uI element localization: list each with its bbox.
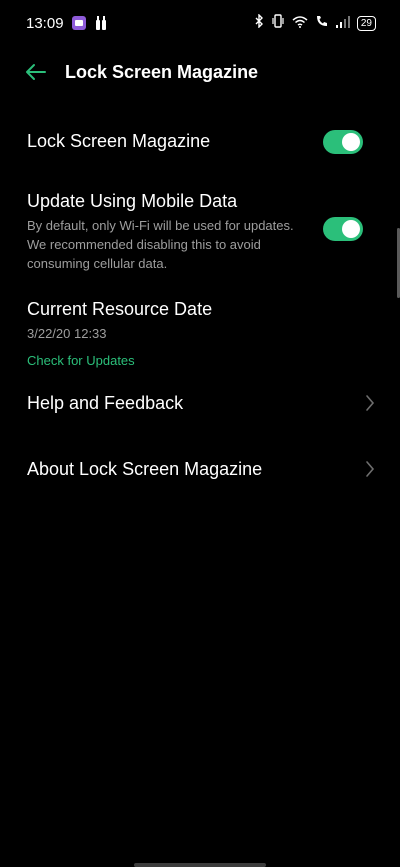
mobile-data-description: By default, only Wi-Fi will be used for …	[27, 218, 294, 271]
mobile-data-setting-row[interactable]: Update Using Mobile Data By default, onl…	[0, 186, 400, 276]
vibrate-icon	[271, 14, 285, 33]
chevron-right-icon	[364, 459, 376, 479]
wifi-call-icon	[315, 14, 329, 33]
battery-icon: 29	[356, 16, 376, 31]
resource-date-label: Current Resource Date	[27, 299, 213, 319]
status-bar: 13:09 29	[0, 0, 400, 48]
toggle-knob	[342, 220, 360, 238]
resource-date-row: Current Resource Date 3/22/20 12:33 Chec…	[0, 294, 400, 374]
chevron-right-icon	[364, 393, 376, 413]
app-notification-icon	[72, 16, 86, 35]
mobile-data-label: Update Using Mobile Data	[27, 191, 238, 211]
magazine-toggle[interactable]	[323, 130, 363, 154]
check-for-updates-link[interactable]: Check for Updates	[27, 353, 135, 368]
help-feedback-label: Help and Feedback	[27, 393, 184, 413]
app-bar: Lock Screen Magazine	[0, 52, 400, 92]
bluetooth-icon	[255, 13, 264, 33]
help-feedback-row[interactable]: Help and Feedback	[0, 380, 400, 426]
wifi-icon	[292, 15, 308, 33]
back-arrow-icon[interactable]	[22, 60, 48, 84]
bottle-notification-icon	[95, 16, 107, 35]
resource-date-value: 3/22/20 12:33	[27, 326, 107, 341]
about-row[interactable]: About Lock Screen Magazine	[0, 446, 400, 492]
about-label: About Lock Screen Magazine	[27, 459, 263, 479]
home-indicator[interactable]	[134, 863, 266, 867]
mobile-data-toggle[interactable]	[323, 217, 363, 241]
page-title: Lock Screen Magazine	[65, 62, 259, 82]
magazine-setting-row[interactable]: Lock Screen Magazine	[0, 118, 400, 166]
signal-icon	[335, 15, 350, 33]
toggle-knob	[342, 133, 360, 151]
magazine-label: Lock Screen Magazine	[27, 131, 211, 151]
status-time: 13:09	[26, 15, 64, 32]
